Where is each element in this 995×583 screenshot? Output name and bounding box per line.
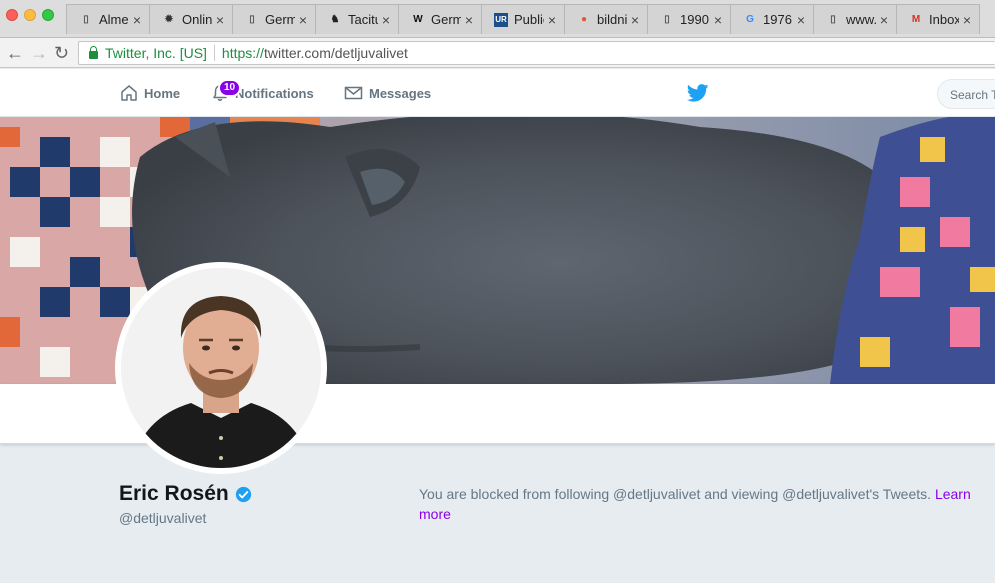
close-tab-icon[interactable]: × [378, 12, 394, 28]
nav-notifications-label: Notifications [235, 85, 314, 101]
browser-tab[interactable]: ♞ Tacitu× [315, 4, 399, 34]
security-label: Twitter, Inc. [US] [105, 45, 207, 61]
google-icon: G [746, 14, 754, 25]
nav-messages-label: Messages [369, 85, 432, 101]
browser-tab[interactable]: ● bildni × [564, 4, 648, 34]
browser-tab[interactable]: ▯ www. × [813, 4, 897, 34]
browser-tab-title: Germ [265, 12, 295, 27]
gmail-icon: M [911, 14, 921, 25]
avatar-photo [121, 268, 321, 468]
close-tab-icon[interactable]: × [627, 12, 643, 28]
blocked-message: You are blocked from following @detljuva… [419, 484, 989, 524]
close-tab-icon[interactable]: × [876, 12, 892, 28]
browser-tab[interactable]: ▯ Alme × [66, 4, 150, 34]
close-window-button[interactable] [6, 9, 18, 21]
forward-arrow-icon[interactable]: → [30, 43, 48, 64]
browser-tab-title: 1990 [680, 12, 709, 27]
tacitus-icon: ♞ [330, 14, 340, 25]
home-icon [121, 85, 137, 101]
browser-tab[interactable]: ▯ 1990 × [647, 4, 731, 34]
browser-tab[interactable]: UR Public× [481, 4, 565, 34]
notifications-count-badge: 10 [218, 79, 242, 97]
twitter-navbar: Home Notifications 10 Messages Search Tw… [0, 69, 995, 117]
document-icon: ▯ [830, 14, 836, 25]
verified-badge-icon [235, 486, 251, 502]
back-arrow-icon[interactable]: ← [6, 43, 24, 64]
close-tab-icon[interactable]: × [544, 12, 560, 28]
browser-tab-title: bildni [597, 12, 627, 27]
document-icon: ▯ [249, 14, 255, 25]
close-tab-icon[interactable]: × [129, 12, 145, 28]
url-scheme: https:// [221, 45, 264, 61]
reload-icon[interactable]: ↻ [54, 43, 69, 64]
nav-home-label: Home [144, 85, 181, 101]
browser-tab-title: Germ [431, 12, 461, 27]
close-tab-icon[interactable]: × [959, 12, 975, 28]
envelope-icon [344, 86, 363, 100]
browser-tab-title: Alme [99, 12, 129, 27]
zoom-window-button[interactable] [42, 9, 54, 21]
close-tab-icon[interactable]: × [212, 12, 228, 28]
document-icon: ▯ [664, 14, 670, 25]
avatar[interactable] [115, 262, 327, 474]
browser-tab-title: Onlin [182, 12, 212, 27]
browser-tab[interactable]: ✹ Onlin × [149, 4, 233, 34]
url-path: twitter.com/detljuvalivet [263, 45, 408, 61]
ur-icon: UR [494, 12, 508, 27]
duckduckgo-icon: ● [580, 14, 588, 25]
profile-handle[interactable]: @detljuvalivet [119, 510, 206, 526]
browser-tab-title: Tacitu [348, 12, 378, 27]
close-tab-icon[interactable]: × [793, 12, 809, 28]
address-bar: ← → ↻ Twitter, Inc. [US] https:// twitte… [0, 38, 995, 68]
browser-tab[interactable]: W Germ × [398, 4, 482, 34]
nav-home[interactable]: Home [120, 69, 180, 117]
browser-tab-title: Public [514, 12, 544, 27]
browser-tab[interactable]: G 1976 × [730, 4, 814, 34]
close-tab-icon[interactable]: × [295, 12, 311, 28]
omnibox-divider [213, 45, 215, 61]
wikipedia-icon: W [413, 14, 423, 25]
lock-icon [89, 45, 98, 59]
url-field[interactable]: Twitter, Inc. [US] https:// twitter.com/… [78, 41, 995, 65]
browser-tab-bar: ▯Alme×✹Onlin×▯Germ×♞Tacitu×WGerm×URPubli… [0, 0, 995, 38]
browser-tab-title: www. [846, 12, 876, 27]
document-icon: ▯ [83, 14, 89, 25]
close-tab-icon[interactable]: × [461, 12, 477, 28]
blocked-message-text: You are blocked from following @detljuva… [419, 486, 932, 502]
minimize-window-button[interactable] [24, 9, 36, 21]
tab-strip: ▯Alme×✹Onlin×▯Germ×♞Tacitu×WGerm×URPubli… [66, 4, 980, 38]
twitter-bird-icon[interactable] [687, 84, 709, 102]
profile-name-text: Eric Rosén [119, 482, 229, 505]
browser-tab-title: Inbox [929, 12, 959, 27]
search-input[interactable]: Search Twitter [937, 79, 995, 109]
close-tab-icon[interactable]: × [710, 12, 726, 28]
nav-messages[interactable]: Messages [344, 69, 431, 117]
browser-tab-title: 1976 [763, 12, 792, 27]
profile-name: Eric Rosén [119, 482, 252, 506]
browser-tab[interactable]: ▯ Germ × [232, 4, 316, 34]
browser-tab[interactable]: M Inbox × [896, 4, 980, 34]
web-icon: ✹ [164, 14, 174, 25]
